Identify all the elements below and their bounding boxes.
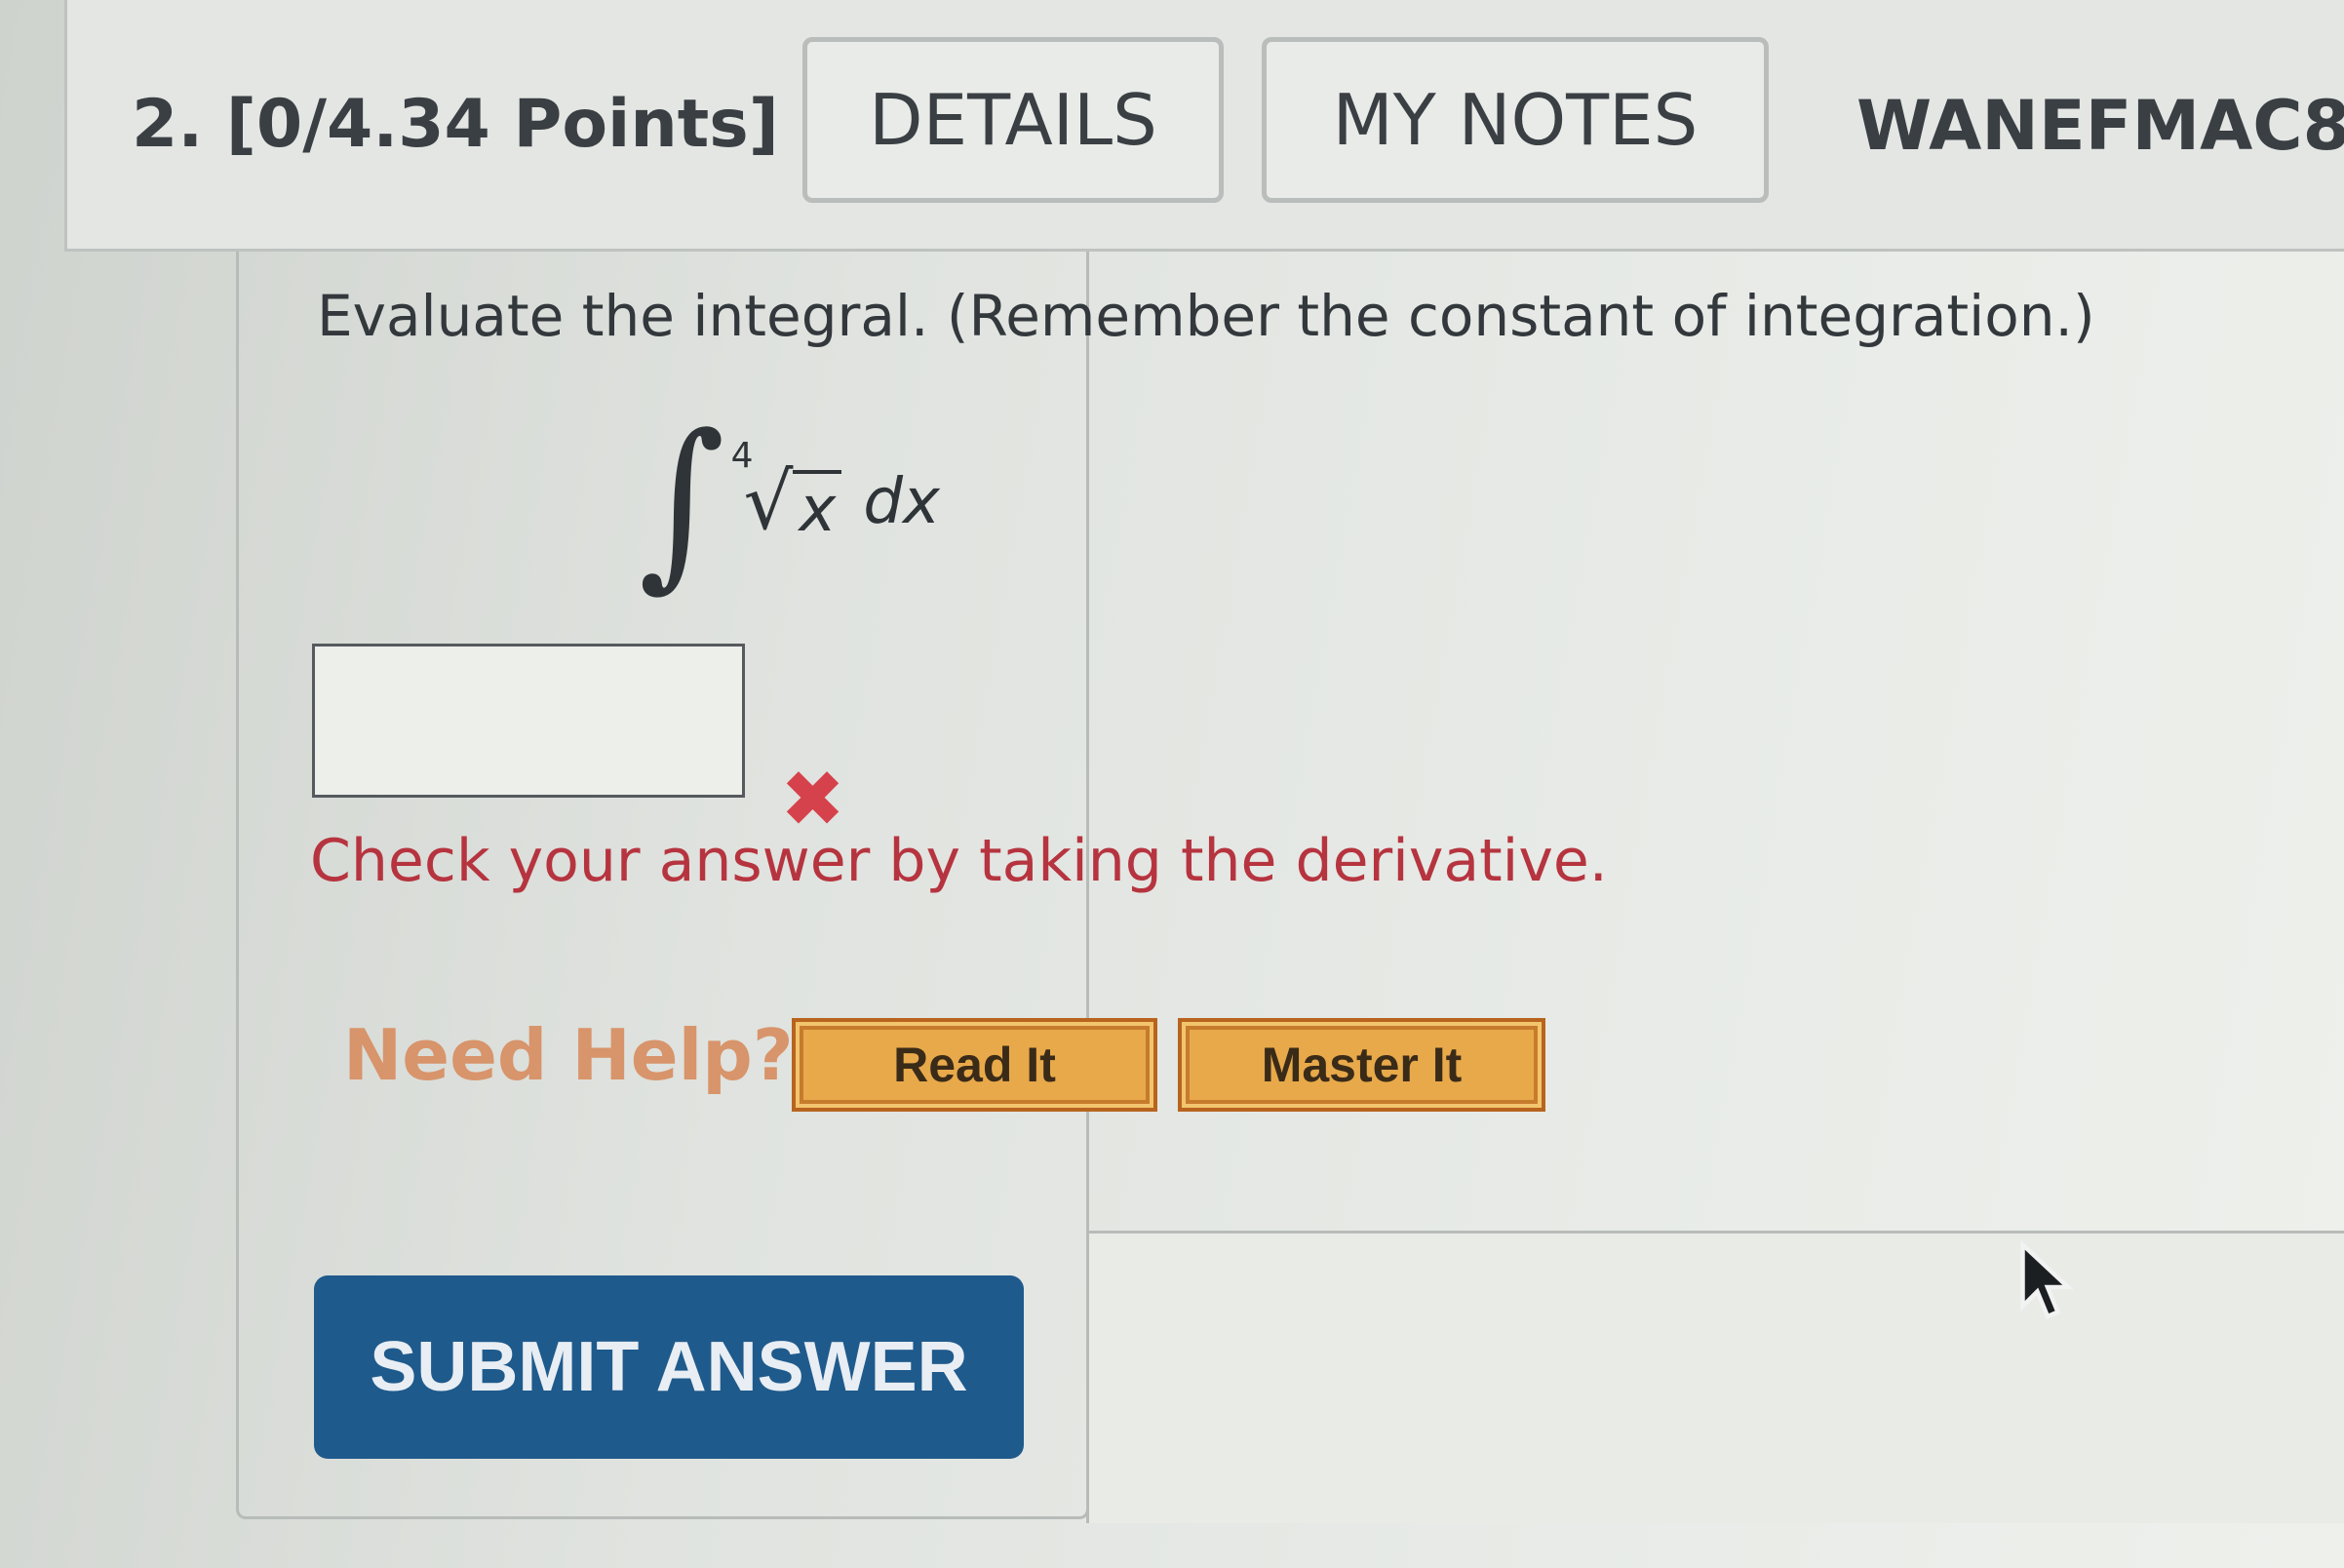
question-prompt: Evaluate the integral. (Remember the con…	[317, 283, 2095, 349]
page-background: 2. [0/4.34 Points] DETAILS MY NOTES WANE…	[0, 0, 2344, 1568]
master-it-button[interactable]: Master It	[1178, 1018, 1545, 1112]
differential: dx	[863, 466, 940, 538]
details-button[interactable]: DETAILS	[802, 37, 1224, 203]
question-number-points: 2. [0/4.34 Points]	[132, 86, 779, 163]
course-code: WANEFMAC8	[1856, 86, 2344, 166]
answer-feedback: Check your answer by taking the derivati…	[310, 827, 1608, 895]
submit-answer-button[interactable]: SUBMIT ANSWER	[314, 1275, 1024, 1459]
integral-sign: ∫	[639, 396, 725, 608]
answer-input[interactable]	[312, 644, 745, 798]
read-it-button[interactable]: Read It	[792, 1018, 1157, 1112]
need-help-label: Need Help?	[343, 1014, 794, 1096]
integral-expression: ∫ 4 √ x dx	[639, 410, 940, 595]
my-notes-button[interactable]: MY NOTES	[1262, 37, 1769, 203]
root-index: 4	[730, 435, 754, 476]
radicand: x	[793, 470, 842, 546]
mouse-cursor-icon	[2020, 1240, 2074, 1319]
adjacent-panel	[1086, 1231, 2344, 1523]
